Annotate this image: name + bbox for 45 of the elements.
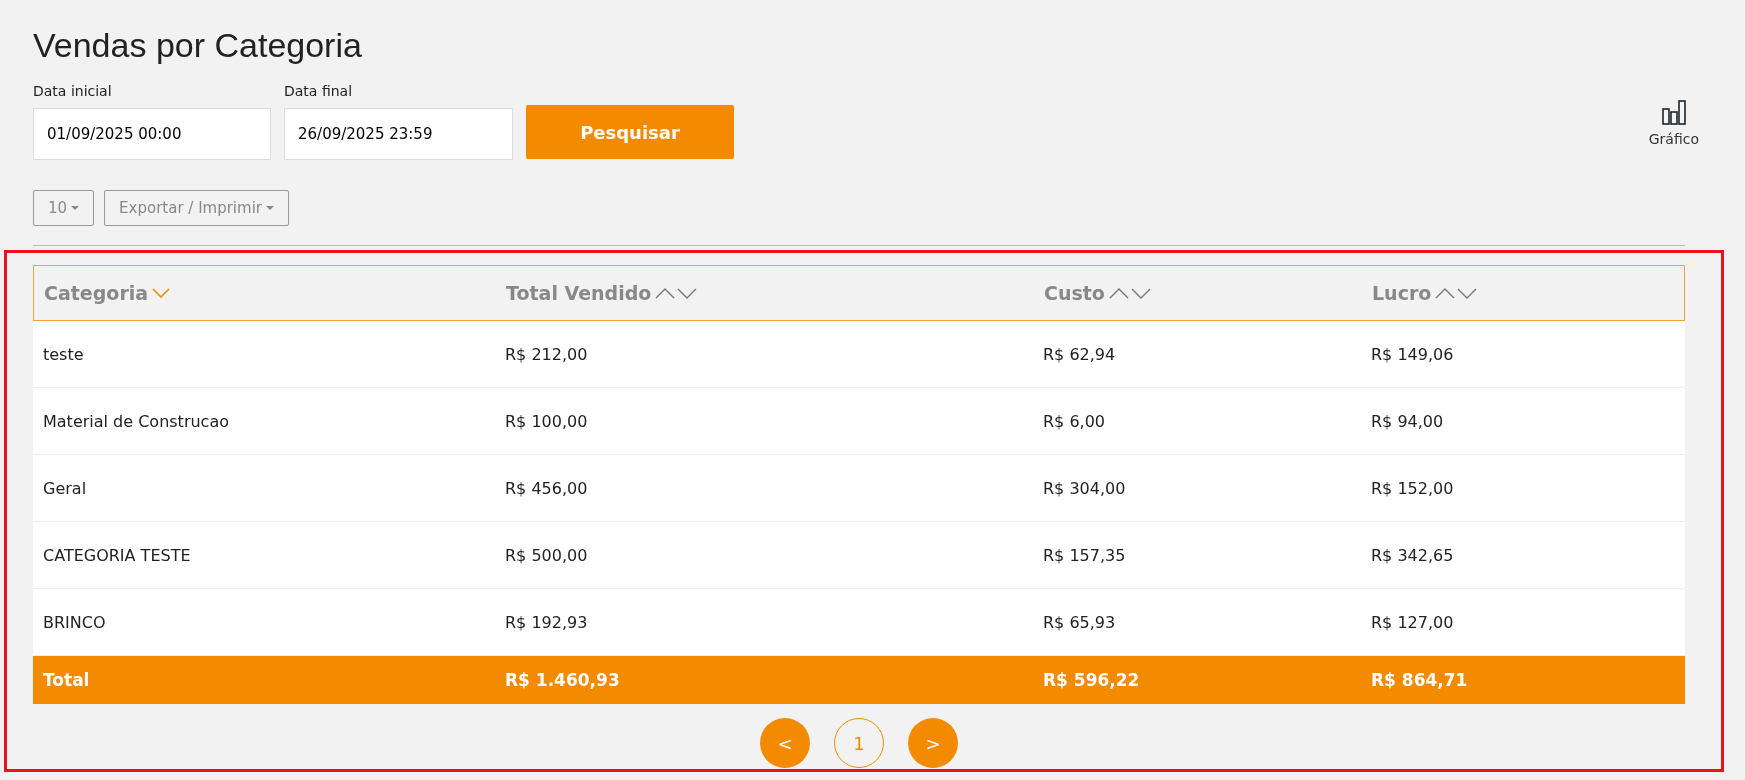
chart-button[interactable]: Gráfico [1642, 98, 1705, 148]
column-header[interactable]: Custo [1044, 282, 1105, 304]
sort-icon[interactable] [1435, 287, 1478, 299]
total-cell-text: R$ 1.460,93 [504, 670, 621, 690]
table-cell-text: R$ 152,00 [1370, 478, 1455, 498]
table-cell-text: R$ 212,00 [504, 344, 589, 364]
page-title: Vendas por Categoria [33, 26, 363, 65]
column-header[interactable]: Lucro [1372, 282, 1432, 304]
table-cell-text: R$ 304,00 [1042, 478, 1127, 498]
table-cell-text: R$ 100,00 [504, 411, 589, 431]
table-cell-text: teste [42, 344, 85, 364]
table-cell-text: Geral [42, 478, 88, 498]
table-cell-text: R$ 342,65 [1370, 545, 1455, 565]
field-label: Data inicial [33, 83, 113, 99]
sort-icon[interactable] [655, 287, 698, 299]
page-size-dropdown[interactable]: 10 [33, 190, 95, 226]
date-field[interactable]: 26/09/2025 23:59 [284, 108, 513, 160]
table-cell-text: R$ 65,93 [1042, 612, 1117, 632]
table-cell-text: R$ 127,00 [1370, 612, 1455, 632]
table-cell-text: Material de Construcao [42, 411, 230, 431]
table-cell-text: CATEGORIA TESTE [42, 545, 192, 565]
total-cell-text: R$ 596,22 [1042, 670, 1141, 690]
bar-chart-icon [1661, 99, 1686, 125]
table-cell-text: R$ 500,00 [504, 545, 589, 565]
table-cell-text: R$ 94,00 [1370, 411, 1445, 431]
page-button[interactable]: 1 [834, 718, 884, 768]
table-cell-text: R$ 62,94 [1042, 344, 1117, 364]
column-header[interactable]: Categoria [44, 282, 149, 304]
field-label: Data final [284, 83, 354, 99]
sort-descending-icon[interactable] [152, 288, 171, 298]
previous-page-button[interactable]: < [760, 718, 810, 768]
table-cell-text: R$ 192,93 [504, 612, 589, 632]
total-cell-text: R$ 864,71 [1370, 670, 1469, 690]
table-cell-text: R$ 157,35 [1042, 545, 1127, 565]
next-page-button[interactable]: > [908, 718, 958, 768]
search-button[interactable]: Pesquisar [526, 105, 734, 159]
table-cell-text: BRINCO [42, 612, 107, 632]
table-cell-text: R$ 456,00 [504, 478, 589, 498]
table-cell-text: R$ 6,00 [1042, 411, 1106, 431]
sort-icon[interactable] [1108, 287, 1151, 299]
table-cell-text: R$ 149,06 [1370, 344, 1455, 364]
export-dropdown[interactable]: Exportar / Imprimir [104, 190, 289, 226]
date-field[interactable]: 01/09/2025 00:00 [33, 108, 271, 160]
column-header[interactable]: Total Vendido [506, 282, 652, 304]
total-cell-text: Total [42, 670, 91, 690]
